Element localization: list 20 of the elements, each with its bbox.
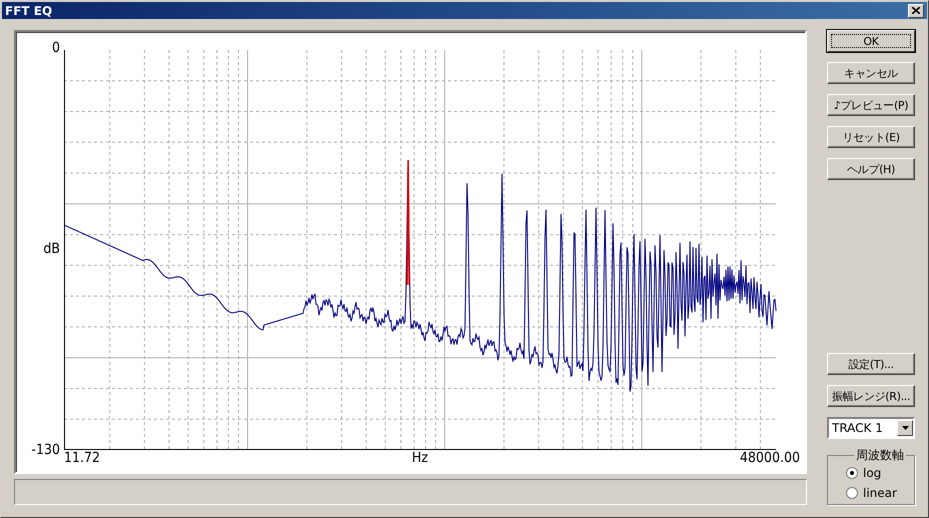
dialog-button[interactable]: ヘルプ(H) [827, 158, 915, 180]
ok-button[interactable]: OK [827, 30, 915, 52]
dialog-button[interactable]: キャンセル [827, 62, 915, 84]
group-title: 周波数軸 [855, 447, 905, 464]
window-title: FFT EQ [5, 4, 52, 18]
y-axis-min: -130 [31, 442, 60, 458]
radio-option[interactable]: linear [846, 486, 914, 500]
track-dropdown[interactable]: TRACK 1 [827, 417, 915, 439]
close-button[interactable] [908, 4, 924, 18]
dialog-button[interactable]: リセット(E) [827, 126, 915, 148]
y-axis-label: dB [43, 241, 60, 257]
x-axis-max: 48000.00 [740, 450, 800, 466]
radio-option[interactable]: log [846, 466, 914, 480]
dialog-button[interactable]: ♪プレビュー(P) [827, 94, 915, 116]
dialog-button[interactable]: 振幅レンジ(R)... [827, 385, 915, 407]
x-axis-min: 11.72 [64, 450, 100, 466]
dialog-button[interactable]: 設定(T)... [827, 353, 915, 375]
close-icon [912, 7, 920, 14]
y-axis-max: 0 [52, 40, 60, 56]
x-axis-label: Hz [412, 450, 428, 466]
